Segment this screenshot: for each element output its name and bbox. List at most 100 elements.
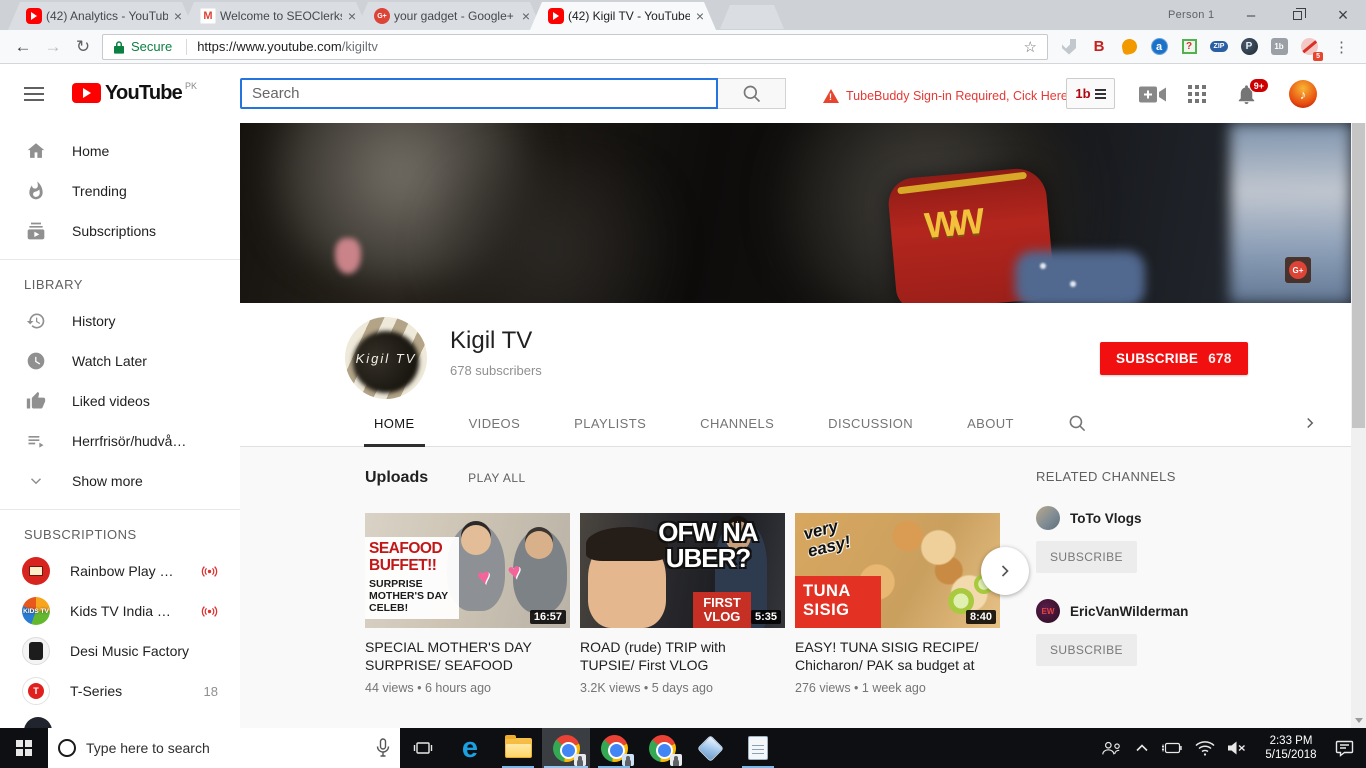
apps-grid-icon[interactable] <box>1188 85 1206 103</box>
sidebar-item-history[interactable]: History <box>0 301 240 341</box>
taskbar-clock[interactable]: 2:33 PM 5/15/2018 <box>1260 734 1322 762</box>
blocker-extension-icon[interactable]: 5 <box>1298 36 1320 58</box>
related-channel-ericvanwilderman[interactable]: EW EricVanWilderman <box>1036 599 1256 623</box>
sidebar-subscription-t-series[interactable]: T T-Series 18 <box>0 671 240 711</box>
channel-tab-playlists[interactable]: PLAYLISTS <box>574 400 646 447</box>
sidebar-subscription-kids-tv-india[interactable]: KIDS TV Kids TV India … <box>0 591 240 631</box>
tab-close-icon[interactable]: × <box>694 9 706 23</box>
notifications-bell[interactable]: 9+ <box>1235 82 1261 108</box>
video-title[interactable]: SPECIAL MOTHER'S DAY SURPRISE/ SEAFOOD <box>365 638 567 674</box>
sidebar-item-subscriptions[interactable]: Subscriptions <box>0 211 240 251</box>
player-extension-icon[interactable]: P <box>1238 36 1260 58</box>
close-button[interactable]: × <box>1320 0 1366 30</box>
subscribe-button[interactable]: SUBSCRIBE <box>1036 634 1137 666</box>
video-card[interactable]: OFW NA UBER? FIRST VLOG 5:35 ROAD (rude)… <box>580 513 785 695</box>
swoosh-extension-icon[interactable] <box>1118 36 1140 58</box>
taskbar-file-explorer[interactable] <box>494 728 542 768</box>
sidebar-subscription-desi-music-factory[interactable]: Desi Music Factory <box>0 631 240 671</box>
video-thumbnail[interactable]: SEAFOOD BUFFET!! SURPRISE MOTHER'S DAY C… <box>365 513 570 628</box>
video-thumbnail[interactable]: OFW NA UBER? FIRST VLOG 5:35 <box>580 513 785 628</box>
channel-avatar[interactable] <box>24 717 52 728</box>
action-center-icon[interactable] <box>1335 740 1354 757</box>
scrollbar-thumb[interactable] <box>1352 80 1365 428</box>
battery-icon[interactable] <box>1161 742 1182 754</box>
browser-profile-name[interactable]: Person 1 <box>1168 9 1214 21</box>
people-icon[interactable] <box>1101 740 1123 756</box>
subscribe-button[interactable]: SUBSCRIBE <box>1036 541 1137 573</box>
page-scrollbar[interactable] <box>1351 64 1366 728</box>
taskbar-chrome-3[interactable] <box>638 728 686 768</box>
channel-tab-home[interactable]: HOME <box>374 400 415 447</box>
minimize-button[interactable]: – <box>1228 0 1274 30</box>
sidebar-item-show-more[interactable]: Show more <box>0 461 240 501</box>
tab-googleplus[interactable]: G+ your gadget - Google+ × <box>356 2 542 30</box>
channel-avatar[interactable]: Kigil TV <box>345 317 427 399</box>
taskbar-search-box[interactable]: Type here to search <box>48 728 400 768</box>
sidebar-item-watch-later[interactable]: Watch Later <box>0 341 240 381</box>
channel-search-icon[interactable] <box>1068 414 1087 433</box>
video-card[interactable]: very easy! TUNA SISIG 8:40 EASY! TUNA SI… <box>795 513 1000 695</box>
googleplus-share-chip[interactable]: G+ <box>1285 257 1311 283</box>
zip-extension-icon[interactable]: ZIP <box>1208 36 1230 58</box>
back-icon[interactable]: ← <box>8 37 38 57</box>
account-avatar[interactable]: ♪ <box>1289 80 1317 108</box>
hidden-icons-chevron[interactable] <box>1136 744 1148 752</box>
video-thumbnail[interactable]: very easy! TUNA SISIG 8:40 <box>795 513 1000 628</box>
subscribe-button[interactable]: SUBSCRIBE 678 <box>1100 342 1248 375</box>
taskbar-virtualbox[interactable] <box>686 728 734 768</box>
sidebar-subscription-rainbow-play[interactable]: Rainbow Play … <box>0 551 240 591</box>
tab-kigil-tv-active[interactable]: (42) Kigil TV - YouTube - × <box>530 2 716 30</box>
taskbar-chrome-2[interactable] <box>590 728 638 768</box>
help-extension-icon[interactable]: ? <box>1178 36 1200 58</box>
video-title[interactable]: ROAD (rude) TRIP with TUPSIE/ First VLOG <box>580 638 782 674</box>
wifi-icon[interactable] <box>1195 741 1215 756</box>
tab-seoclerks[interactable]: M Welcome to SEOClerks - × <box>182 2 368 30</box>
scroll-down-arrow[interactable] <box>1351 713 1366 728</box>
address-bar[interactable]: Secure https://www.youtube.com /kigiltv … <box>102 34 1048 60</box>
tab-analytics-youtube[interactable]: (42) Analytics - YouTube × <box>8 2 194 30</box>
taskbar-notepad[interactable] <box>734 728 782 768</box>
sidebar-item-liked-videos[interactable]: Liked videos <box>0 381 240 421</box>
bookmark-star-icon[interactable]: ☆ <box>1024 38 1037 56</box>
tubebuddy-extension-icon[interactable]: 1b <box>1268 36 1290 58</box>
tab-title: your gadget - Google+ <box>394 9 516 23</box>
upload-video-icon[interactable] <box>1139 85 1166 109</box>
tab-close-icon[interactable]: × <box>346 9 358 23</box>
menu-icon[interactable] <box>24 87 44 105</box>
tab-close-icon[interactable]: × <box>520 9 532 23</box>
channel-name: Kigil TV <box>450 327 532 355</box>
bitly-extension-icon[interactable]: B <box>1088 36 1110 58</box>
new-tab-button[interactable] <box>720 5 784 29</box>
taskbar-edge[interactable]: e <box>446 728 494 768</box>
tubebuddy-button[interactable]: 1b <box>1066 78 1115 109</box>
start-button[interactable] <box>0 728 48 768</box>
volume-muted-icon[interactable] <box>1228 741 1247 755</box>
forward-icon[interactable]: → <box>38 37 68 57</box>
channel-tab-channels[interactable]: CHANNELS <box>700 400 774 447</box>
related-channel-toto-vlogs[interactable]: ToTo Vlogs <box>1036 506 1256 530</box>
sidebar-item-trending[interactable]: Trending <box>0 171 240 211</box>
tabs-scroll-right-icon[interactable] <box>1301 414 1319 437</box>
channel-tab-discussion[interactable]: DISCUSSION <box>828 400 913 447</box>
sidebar-item-playlist[interactable]: Herrfrisör/hudvå… <box>0 421 240 461</box>
alexa-extension-icon[interactable]: a <box>1148 36 1170 58</box>
channel-tab-videos[interactable]: VIDEOS <box>469 400 521 447</box>
tab-close-icon[interactable]: × <box>172 9 184 23</box>
channel-tab-about[interactable]: ABOUT <box>967 400 1014 447</box>
search-button[interactable] <box>718 78 786 109</box>
youtube-logo[interactable]: YouTube PK <box>72 83 197 103</box>
video-card[interactable]: SEAFOOD BUFFET!! SURPRISE MOTHER'S DAY C… <box>365 513 570 695</box>
search-input[interactable] <box>240 78 718 109</box>
tubebuddy-alert[interactable]: ! TubeBuddy Sign-in Required, Cick Here <box>823 89 1068 103</box>
carousel-next-button[interactable] <box>981 547 1029 595</box>
taskbar-chrome-active[interactable] <box>542 728 590 768</box>
play-all-link[interactable]: PLAY ALL <box>468 471 526 485</box>
reload-icon[interactable]: ↻ <box>68 37 98 57</box>
shield-extension-icon[interactable] <box>1058 36 1080 58</box>
restore-button[interactable] <box>1274 0 1320 30</box>
task-view-button[interactable] <box>400 728 446 768</box>
video-title[interactable]: EASY! TUNA SISIG RECIPE/ Chicharon/ PAK … <box>795 638 997 674</box>
sidebar-item-home[interactable]: Home <box>0 131 240 171</box>
browser-menu-icon[interactable]: ⋮ <box>1334 38 1350 56</box>
microphone-icon[interactable] <box>376 738 390 758</box>
